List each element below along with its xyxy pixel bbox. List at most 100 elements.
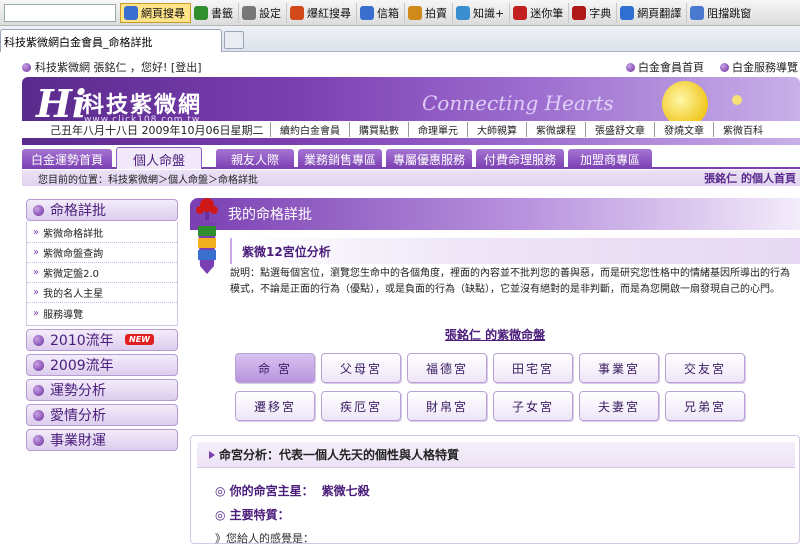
browser-tab-active[interactable]: 科技紫微網白金會員_命格詳批	[0, 29, 222, 52]
quick-link[interactable]: 紫微課程	[526, 122, 585, 137]
palace-button[interactable]: 交友宮	[665, 353, 745, 383]
sidebar-section-1[interactable]: 2010流年 NEW	[26, 329, 178, 351]
sidebar-section-label: 2009流年	[50, 358, 114, 374]
toolbar-button-auction[interactable]: 拍賣	[405, 2, 453, 23]
sidebar-item[interactable]: 我的名人主星	[27, 283, 177, 303]
palace-button[interactable]: 兄弟宮	[665, 391, 745, 421]
toolbar-button-fire[interactable]: 爆紅搜尋	[287, 2, 357, 23]
quick-link[interactable]: 購買點數	[349, 122, 408, 137]
toolbar-button-label: 書籤	[211, 6, 233, 20]
toolbar-button-label: 拍賣	[425, 6, 447, 20]
topbar-link-guide[interactable]: 白金服務導覽	[720, 59, 798, 75]
quick-link[interactable]: 命理單元	[408, 122, 467, 137]
quick-link[interactable]: 續約白金會員	[270, 122, 349, 137]
new-badge: NEW	[125, 334, 154, 345]
toolbar-button-label: 迷你筆	[530, 6, 564, 20]
palace-button[interactable]: 田宅宮	[493, 353, 573, 383]
toolbar-button-label: 字典	[589, 6, 612, 20]
sidebar-section-5[interactable]: 事業財運	[26, 429, 178, 451]
toolbar-button-label: 網頁搜尋	[141, 6, 185, 20]
sidebar-item[interactable]: 紫微命盤查詢	[27, 243, 177, 263]
palace-button[interactable]: 命 宮	[235, 353, 315, 383]
main-tab[interactable]: 付費命理服務	[476, 149, 564, 169]
main-tab[interactable]: 加盟商專區	[568, 149, 652, 169]
quick-link[interactable]: 發燒文章	[654, 122, 713, 137]
palace-button[interactable]: 疾厄宮	[321, 391, 401, 421]
quick-link[interactable]: 紫微百科	[713, 122, 772, 137]
new-tab-button[interactable]	[224, 31, 244, 49]
main-tab[interactable]: 白金運勢首頁	[22, 149, 112, 169]
palace-button[interactable]: 父母宮	[321, 353, 401, 383]
toolbar-button-label: 網頁翻譯	[637, 6, 682, 20]
bullet-icon	[33, 409, 44, 421]
sidebar-section-2[interactable]: 2009流年	[26, 354, 178, 376]
quick-link[interactable]: 張盛舒文章	[585, 122, 654, 137]
bullet-icon	[33, 204, 44, 216]
toolbar-button-dictionary[interactable]: 字典	[569, 2, 618, 23]
knowledge-icon	[456, 5, 470, 20]
greeting-text[interactable]: 科技紫微網 張銘仁 ，您好! [登出]	[35, 59, 201, 75]
main-tab[interactable]: 專屬優惠服務	[386, 149, 472, 169]
browser-tabbar: 科技紫微網白金會員_命格詳批	[0, 26, 800, 52]
main-tab[interactable]: 業務銷售專區	[298, 149, 382, 169]
palace-button[interactable]: 事業宮	[579, 353, 659, 383]
bullet-icon	[626, 62, 635, 72]
sidebar-section-3[interactable]: 運勢分析	[26, 379, 178, 401]
palace-button[interactable]: 財帛宮	[407, 391, 487, 421]
main-tab[interactable]: 親友人際	[216, 149, 294, 169]
palace-button[interactable]: 遷移宮	[235, 391, 315, 421]
palace-button[interactable]: 福德宮	[407, 353, 487, 383]
features-label: ◎ 主要特質：	[215, 508, 290, 522]
dictionary-icon	[572, 5, 587, 20]
analysis-panel: 命宮分析：代表一個人先天的個性與人格特質 ◎ 你的命宮主星： 紫微七殺 ◎ 主要特…	[190, 435, 800, 544]
description-text: 說明：點選每個宮位，瀏覽您生命中的各個角度，裡面的內容並不批判您的善與惡，而是研…	[230, 268, 790, 295]
breadcrumb: 您目前的位置：科技紫微網＞個人命盤＞命格詳批 張銘仁 的個人首頁	[22, 170, 800, 186]
date-nav-strip: 己丑年八月十八日 2009年10月06日星期二 續約白金會員 購買點數 命理單元 大師…	[22, 121, 800, 138]
topbar-link-home[interactable]: 白金會員首頁	[626, 59, 704, 75]
sidebar-item[interactable]: 紫微命格詳批	[27, 223, 177, 243]
sidebar-section-0[interactable]: 命格詳批	[26, 199, 178, 221]
main-content: 我的命格詳批 紫微12宮位分析 說明：點選每個宮位，瀏覽您生命中的各個角度，裡面…	[190, 198, 800, 544]
toolbar-button-translate[interactable]: 網頁翻譯	[617, 2, 688, 23]
toolbar-button-mail[interactable]: 信箱	[357, 2, 405, 23]
chart-title-link[interactable]: 張銘仁 的紫微命盤	[190, 326, 800, 343]
toolbar-button-knowledge[interactable]: 知識+	[453, 2, 511, 23]
banner-slogan: Connecting Hearts	[422, 91, 614, 115]
main-nav-tabs: 白金運勢首頁 個人命盤 親友人際 業務銷售專區 專屬優惠服務 付費命理服務 加盟商專區	[22, 147, 800, 169]
star-icon	[732, 95, 742, 105]
toolbar-button-gear[interactable]: 設定	[239, 2, 287, 23]
ornament-icon	[196, 198, 218, 274]
pen-icon	[513, 5, 528, 20]
section-title-bar: 我的命格詳批	[190, 198, 800, 230]
sidebar-section-label: 命格詳批	[50, 203, 106, 219]
browser-toolbar: 網頁搜尋 書籤 設定 爆紅搜尋 信箱 拍賣 知識+ 迷你筆 字典 網頁翻譯 阻擋跳窗	[0, 0, 800, 26]
logo-hi[interactable]: Hi	[36, 81, 86, 126]
translate-icon	[620, 5, 635, 20]
analysis-heading: 命宮分析：代表一個人先天的個性與人格特質	[197, 442, 795, 468]
toolbar-search-input[interactable]	[4, 3, 116, 22]
analysis-note: 》您給人的感覺是：	[215, 532, 314, 544]
sidebar-item[interactable]: 紫微定盤2.0	[27, 263, 177, 283]
bullet-icon	[33, 384, 44, 396]
fire-icon	[290, 5, 304, 20]
toolbar-button-label: 知識+	[473, 6, 505, 20]
toolbar-button-search[interactable]: 網頁搜尋	[120, 2, 191, 23]
auction-icon	[408, 5, 422, 20]
greeting: 科技紫微網 張銘仁 ，您好! [登出]	[22, 59, 201, 75]
subsection-title: 紫微12宮位分析	[230, 238, 800, 264]
sidebar-section-4[interactable]: 愛情分析	[26, 404, 178, 426]
lunar-date: 己丑年八月十八日 2009年10月06日星期二	[50, 123, 264, 137]
palace-button[interactable]: 子女宮	[493, 391, 573, 421]
main-tab[interactable]: 個人命盤	[116, 147, 202, 169]
toolbar-button-bookmark[interactable]: 書籤	[191, 2, 239, 23]
sidebar-item[interactable]: 服務導覽	[27, 303, 177, 323]
toolbar-button-popup-block[interactable]: 阻擋跳窗	[687, 3, 756, 23]
quick-link[interactable]: 大師親算	[467, 122, 526, 137]
user-home-link[interactable]: 張銘仁 的個人首頁	[704, 170, 796, 186]
palace-button[interactable]: 夫妻宮	[579, 391, 659, 421]
bookmark-icon	[194, 5, 208, 20]
toolbar-button-pen[interactable]: 迷你筆	[510, 2, 570, 23]
toolbar-button-label: 設定	[259, 6, 281, 20]
popup-block-icon	[690, 5, 705, 20]
quick-links: 續約白金會員 購買點數 命理單元 大師親算 紫微課程 張盛舒文章 發燒文章 紫微百科	[270, 122, 800, 137]
